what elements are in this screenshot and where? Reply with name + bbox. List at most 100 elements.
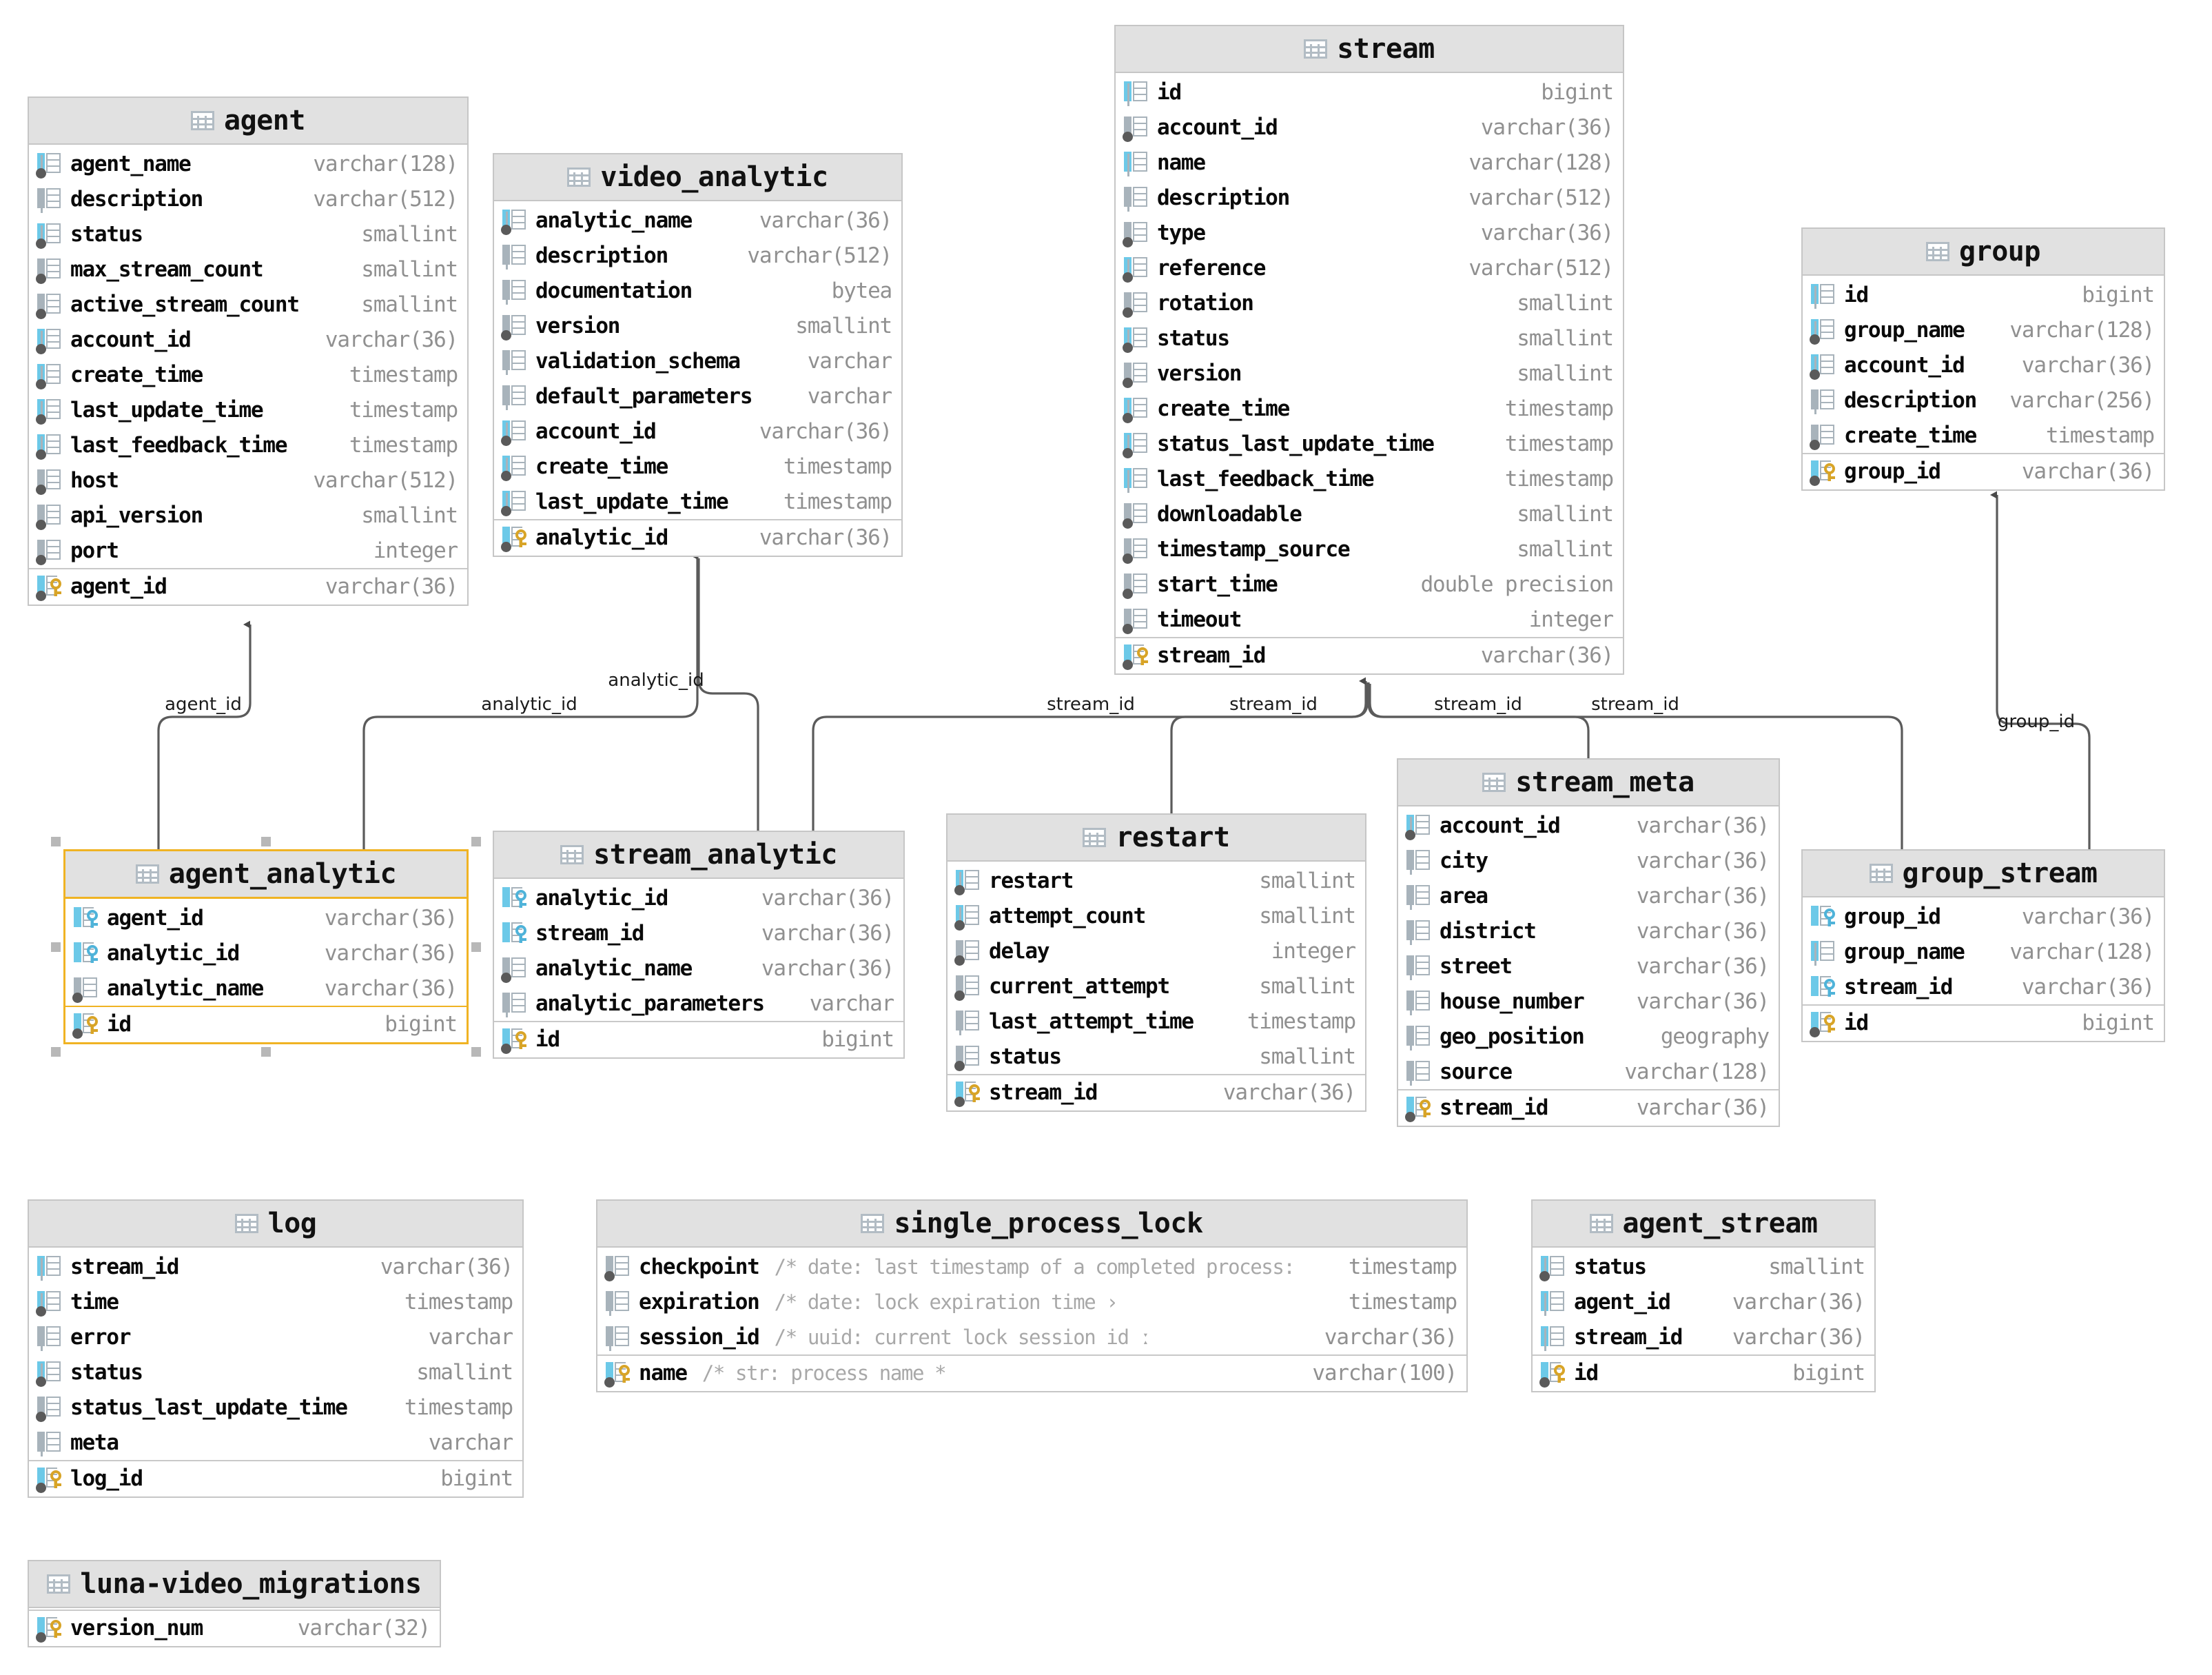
table-restart[interactable]: restart restart smallint attempt_count small… bbox=[946, 813, 1366, 1112]
column-row[interactable]: stream_id varchar(36) bbox=[1398, 1089, 1779, 1124]
column-row[interactable]: agent_id varchar(36) bbox=[1533, 1284, 1874, 1319]
column-row[interactable]: status smallint bbox=[1533, 1249, 1874, 1284]
column-row[interactable]: last_feedback_time timestamp bbox=[1116, 461, 1623, 496]
column-row[interactable]: version smallint bbox=[494, 308, 901, 343]
table-header[interactable]: group_stream bbox=[1803, 851, 2164, 897]
column-row[interactable]: stream_id varchar(36) bbox=[1533, 1319, 1874, 1354]
column-row[interactable]: last_feedback_time timestamp bbox=[29, 427, 467, 463]
column-row[interactable]: type varchar(36) bbox=[1116, 215, 1623, 250]
column-row[interactable]: attempt_count smallint bbox=[948, 898, 1365, 933]
column-row[interactable]: checkpoint /* date: last timestamp of a c… bbox=[597, 1249, 1466, 1284]
table-group_stream[interactable]: group_stream group_id varchar(36) group_nam… bbox=[1801, 849, 2165, 1042]
table-header[interactable]: stream_analytic bbox=[494, 832, 903, 879]
column-row[interactable]: api_version smallint bbox=[29, 498, 467, 533]
selection-handle[interactable] bbox=[471, 942, 481, 952]
column-row[interactable]: id bigint bbox=[494, 1021, 903, 1056]
column-row[interactable]: active_stream_count smallint bbox=[29, 287, 467, 322]
column-row[interactable]: host varchar(512) bbox=[29, 463, 467, 498]
column-row[interactable]: port integer bbox=[29, 533, 467, 568]
column-row[interactable]: group_id varchar(36) bbox=[1803, 453, 2164, 488]
column-row[interactable]: expiration /* date: lock expiration time … bbox=[597, 1284, 1466, 1319]
table-single_process_lock[interactable]: single_process_lock checkpoint /* date: la… bbox=[596, 1199, 1468, 1392]
column-row[interactable]: account_id varchar(36) bbox=[1116, 110, 1623, 145]
table-video_analytic[interactable]: video_analytic analytic_name varchar(36) de… bbox=[493, 153, 903, 557]
table-agent_stream[interactable]: agent_stream status smallint agent_id varcha… bbox=[1531, 1199, 1876, 1392]
selection-handle[interactable] bbox=[471, 1047, 481, 1057]
column-row[interactable]: timeout integer bbox=[1116, 602, 1623, 637]
column-row[interactable]: source varchar(128) bbox=[1398, 1054, 1779, 1089]
column-row[interactable]: analytic_id varchar(36) bbox=[494, 519, 901, 554]
selection-handle[interactable] bbox=[261, 1047, 271, 1057]
table-header[interactable]: stream bbox=[1116, 26, 1623, 73]
column-row[interactable]: description varchar(512) bbox=[1116, 180, 1623, 215]
column-row[interactable]: group_id varchar(36) bbox=[1803, 899, 2164, 934]
column-row[interactable]: id bigint bbox=[1116, 74, 1623, 110]
column-row[interactable]: analytic_id varchar(36) bbox=[494, 880, 903, 915]
column-row[interactable]: status smallint bbox=[948, 1039, 1365, 1074]
column-row[interactable]: name varchar(128) bbox=[1116, 145, 1623, 180]
selection-handle[interactable] bbox=[471, 837, 481, 846]
column-row[interactable]: agent_id varchar(36) bbox=[65, 900, 467, 935]
selection-handle[interactable] bbox=[51, 942, 61, 952]
column-row[interactable]: id bigint bbox=[65, 1006, 467, 1041]
column-row[interactable]: time timestamp bbox=[29, 1284, 522, 1319]
column-row[interactable]: id bigint bbox=[1803, 277, 2164, 312]
column-row[interactable]: last_update_time timestamp bbox=[494, 484, 901, 519]
selection-handle[interactable] bbox=[51, 1047, 61, 1057]
table-header[interactable]: agent bbox=[29, 98, 467, 145]
table-header[interactable]: group bbox=[1803, 229, 2164, 276]
table-header[interactable]: video_analytic bbox=[494, 154, 901, 201]
column-row[interactable]: account_id varchar(36) bbox=[1803, 347, 2164, 383]
table-header[interactable]: single_process_lock bbox=[597, 1201, 1466, 1248]
column-row[interactable]: last_attempt_time timestamp bbox=[948, 1004, 1365, 1039]
table-stream[interactable]: stream id bigint account_id varchar(36) name v… bbox=[1114, 25, 1624, 675]
column-row[interactable]: stream_id varchar(36) bbox=[29, 1249, 522, 1284]
column-row[interactable]: street varchar(36) bbox=[1398, 948, 1779, 984]
selection-handle[interactable] bbox=[51, 837, 61, 846]
column-row[interactable]: error varchar bbox=[29, 1319, 522, 1354]
column-row[interactable]: analytic_name varchar(36) bbox=[65, 971, 467, 1006]
column-row[interactable]: delay integer bbox=[948, 933, 1365, 968]
table-luna-video_migrations[interactable]: luna-video_migrations version_num varchar(… bbox=[28, 1560, 441, 1647]
column-row[interactable]: meta varchar bbox=[29, 1425, 522, 1460]
table-header[interactable]: luna-video_migrations bbox=[29, 1561, 440, 1608]
column-row[interactable]: analytic_name varchar(36) bbox=[494, 203, 901, 238]
column-row[interactable]: city varchar(36) bbox=[1398, 843, 1779, 878]
er-diagram-canvas[interactable]: agent_id analytic_id analytic_id stream_id s… bbox=[0, 0, 2212, 1675]
column-row[interactable]: area varchar(36) bbox=[1398, 878, 1779, 913]
column-row[interactable]: create_time timestamp bbox=[1803, 418, 2164, 453]
column-row[interactable]: current_attempt smallint bbox=[948, 968, 1365, 1004]
column-row[interactable]: description varchar(512) bbox=[494, 238, 901, 273]
column-row[interactable]: last_update_time timestamp bbox=[29, 392, 467, 427]
column-row[interactable]: analytic_id varchar(36) bbox=[65, 935, 467, 971]
column-row[interactable]: id bigint bbox=[1533, 1354, 1874, 1390]
column-row[interactable]: version smallint bbox=[1116, 356, 1623, 391]
column-row[interactable]: max_stream_count smallint bbox=[29, 252, 467, 287]
table-group[interactable]: group id bigint group_name varchar(128) accou… bbox=[1801, 227, 2165, 491]
column-row[interactable]: stream_id varchar(36) bbox=[1803, 969, 2164, 1004]
table-header[interactable]: agent_stream bbox=[1533, 1201, 1874, 1248]
column-row[interactable]: session_id /* uuid: current lock session … bbox=[597, 1319, 1466, 1354]
column-row[interactable]: version_num varchar(32) bbox=[29, 1610, 440, 1645]
column-row[interactable]: analytic_parameters varchar bbox=[494, 986, 903, 1021]
column-row[interactable]: status_last_update_time timestamp bbox=[1116, 426, 1623, 461]
table-agent_analytic[interactable]: agent_analytic agent_id varchar(36) analyti… bbox=[63, 849, 469, 1044]
table-header[interactable]: agent_analytic bbox=[65, 851, 467, 899]
selection-handle[interactable] bbox=[261, 837, 271, 846]
table-stream_meta[interactable]: stream_meta account_id varchar(36) city varc… bbox=[1397, 758, 1780, 1127]
table-log[interactable]: log stream_id varchar(36) time timestamp erro… bbox=[28, 1199, 524, 1498]
column-row[interactable]: status smallint bbox=[29, 1354, 522, 1390]
column-row[interactable]: district varchar(36) bbox=[1398, 913, 1779, 948]
table-header[interactable]: log bbox=[29, 1201, 522, 1248]
column-row[interactable]: stream_id varchar(36) bbox=[1116, 637, 1623, 672]
column-row[interactable]: reference varchar(512) bbox=[1116, 250, 1623, 285]
column-row[interactable]: id bigint bbox=[1803, 1004, 2164, 1039]
column-row[interactable]: account_id varchar(36) bbox=[29, 322, 467, 357]
column-row[interactable]: description varchar(512) bbox=[29, 181, 467, 216]
column-row[interactable]: geo_position geography bbox=[1398, 1019, 1779, 1054]
column-row[interactable]: log_id bigint bbox=[29, 1460, 522, 1495]
column-row[interactable]: agent_name varchar(128) bbox=[29, 146, 467, 181]
column-row[interactable]: account_id varchar(36) bbox=[494, 414, 901, 449]
table-header[interactable]: stream_meta bbox=[1398, 760, 1779, 806]
column-row[interactable]: analytic_name varchar(36) bbox=[494, 951, 903, 986]
